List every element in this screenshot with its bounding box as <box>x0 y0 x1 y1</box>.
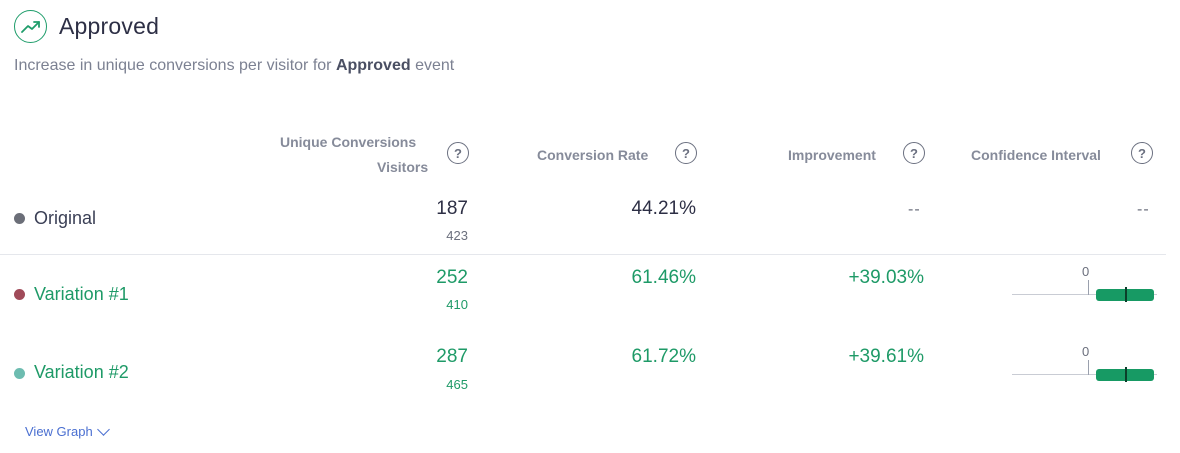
subtitle-prefix: Increase in unique conversions per visit… <box>14 57 332 74</box>
row-divider <box>0 254 1166 255</box>
col-conversion-rate: Conversion Rate <box>537 147 649 163</box>
subtitle-event: Approved <box>335 57 411 74</box>
rate-variation-1: 61.46% <box>631 267 696 288</box>
trend-up-icon <box>14 10 47 43</box>
ci-midpoint <box>1125 367 1127 382</box>
confidence-interval-variation-2[interactable]: 0 <box>1012 344 1157 388</box>
rate-original: 44.21% <box>631 198 696 219</box>
improvement-help-icon[interactable]: ? <box>903 142 925 164</box>
row-name-variation-2: Variation #2 <box>34 362 129 382</box>
rate-variation-2: 61.72% <box>631 346 696 367</box>
ci-midpoint <box>1125 287 1127 302</box>
visitors-original: 423 <box>446 228 468 243</box>
row-name-variation-1: Variation #1 <box>34 284 129 304</box>
ci-zero-label: 0 <box>1082 264 1090 279</box>
ci-zero-line <box>1088 280 1089 295</box>
col-improvement: Improvement <box>788 147 876 163</box>
improvement-variation-2: +39.61% <box>848 346 924 367</box>
conversions-help-icon[interactable]: ? <box>447 142 469 164</box>
variation-1-dot <box>14 289 25 300</box>
confidence-original: -- <box>1137 201 1150 218</box>
visitors-variation-2: 465 <box>446 377 468 392</box>
chevron-down-icon <box>96 422 110 436</box>
metric-subtitle: Increase in unique conversions per visit… <box>14 57 454 75</box>
col-confidence-interval: Confidence Interval <box>971 147 1101 163</box>
col-visitors: Visitors <box>377 159 429 175</box>
conversion-rate-help-icon[interactable]: ? <box>675 142 697 164</box>
improvement-variation-1: +39.03% <box>848 267 924 288</box>
conversions-variation-1: 252 <box>436 267 468 288</box>
visitors-variation-1: 410 <box>446 297 468 312</box>
confidence-help-icon[interactable]: ? <box>1131 142 1153 164</box>
ci-zero-line <box>1088 360 1089 375</box>
ci-zero-label: 0 <box>1082 344 1090 359</box>
original-dot <box>14 213 25 224</box>
metric-header: Approved <box>14 10 159 43</box>
col-unique-conversions: Unique Conversions <box>280 134 417 150</box>
conversions-variation-2: 287 <box>436 346 468 367</box>
confidence-interval-variation-1[interactable]: 0 <box>1012 264 1157 308</box>
view-graph-label: View Graph <box>25 424 93 439</box>
subtitle-suffix: event <box>415 57 455 74</box>
metric-title: Approved <box>59 13 160 39</box>
improvement-original: -- <box>908 201 921 218</box>
conversions-original: 187 <box>436 198 468 219</box>
view-graph-link[interactable]: View Graph <box>25 422 110 439</box>
row-name-original: Original <box>34 208 97 228</box>
variation-2-dot <box>14 368 25 379</box>
